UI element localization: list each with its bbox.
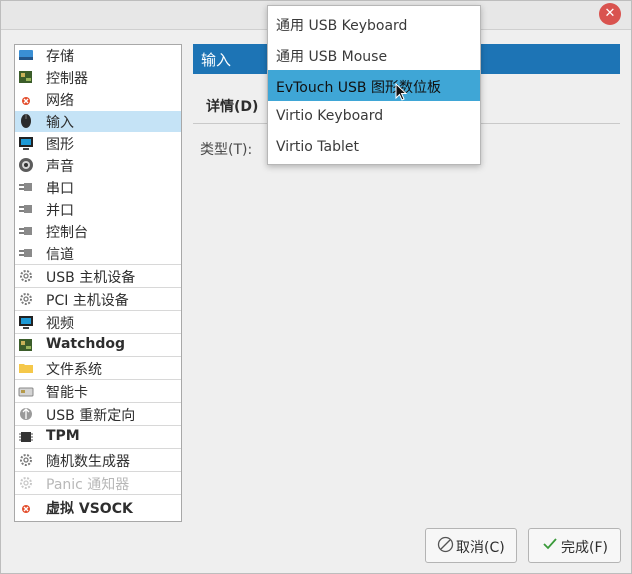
page-title: 输入 (201, 51, 232, 69)
sidebar-item-watchdog[interactable]: Watchdog (15, 335, 181, 357)
sidebar-item-usb-host[interactable]: USB 主机设备 (15, 266, 181, 288)
sidebar-item-label: 虚拟 VSOCK (46, 501, 133, 517)
network-error-icon (22, 505, 30, 513)
sidebar-item-sound[interactable]: 声音 (15, 155, 181, 176)
sidebar-item-label: 文件系统 (46, 362, 102, 378)
sidebar-item-panic-notifier: Panic 通知器 (15, 473, 181, 495)
sidebar-item-video[interactable]: 视频 (15, 312, 181, 334)
sidebar-item-label: 信道 (46, 247, 74, 263)
gear-icon (20, 293, 32, 305)
channel-plug-icon (19, 249, 32, 257)
sidebar-item-label: TPM (46, 428, 80, 444)
controller-card-icon (19, 71, 32, 83)
sidebar-item-parallel[interactable]: 并口 (15, 199, 181, 220)
sidebar-item-label: Watchdog (46, 336, 126, 352)
cancel-icon (437, 536, 454, 553)
network-error-icon (22, 97, 30, 105)
hardware-type-list[interactable]: 存储 控制器 网络 输入 图形 声音 串口 并口 控制台 信道 USB 主机设备… (14, 44, 182, 522)
checkmark-icon (543, 538, 557, 550)
sidebar-item-serial[interactable]: 串口 (15, 177, 181, 198)
sidebar-item-network[interactable]: 网络 (15, 89, 181, 110)
dropdown-option-label: Virtio Keyboard (276, 108, 384, 124)
sidebar-item-channel[interactable]: 信道 (15, 243, 181, 265)
dropdown-option-label: 通用 USB Keyboard (276, 18, 408, 34)
tab-details[interactable]: 详情(D) (206, 96, 258, 116)
type-label: 类型(T): (200, 142, 253, 158)
serial-plug-icon (19, 183, 32, 191)
sidebar-item-label: 智能卡 (46, 385, 88, 401)
sidebar-item-label: 网络 (46, 93, 74, 109)
storage-icon (19, 50, 33, 60)
sidebar-item-label: 声音 (46, 159, 74, 175)
add-hardware-dialog: ✕ 存储 控制器 网络 输入 图形 声音 串口 并口 控制台 信道 USB 主机… (0, 0, 632, 574)
sidebar-item-tpm[interactable]: TPM (15, 427, 181, 449)
sidebar-item-input[interactable]: 输入 (15, 111, 181, 132)
sidebar-item-label: 输入 (46, 115, 74, 131)
dropdown-option-label: EvTouch USB 图形数位板 (276, 80, 441, 96)
sidebar-item-label: USB 主机设备 (46, 270, 136, 286)
chip-icon (19, 432, 33, 442)
sidebar-item-smartcard[interactable]: 智能卡 (15, 381, 181, 403)
mouse-cursor-icon (395, 83, 408, 101)
parallel-plug-icon (19, 205, 32, 213)
monitor-icon (19, 316, 33, 329)
console-plug-icon (19, 227, 32, 235)
sidebar-item-label: 串口 (46, 181, 74, 197)
input-type-dropdown[interactable]: 通用 USB Keyboard 通用 USB Mouse EvTouch USB… (267, 5, 481, 165)
sidebar-item-label: Panic 通知器 (46, 477, 130, 493)
sidebar-item-label: 控制器 (46, 71, 88, 87)
speaker-icon (19, 158, 33, 172)
usb-redirect-icon (20, 408, 32, 420)
watchdog-card-icon (19, 339, 32, 351)
sidebar-item-rng[interactable]: 随机数生成器 (15, 450, 181, 472)
folder-icon (19, 364, 33, 373)
sidebar-item-label: 并口 (46, 203, 74, 219)
cancel-button-label: 取消(C) (456, 540, 505, 556)
sidebar-item-vsock[interactable]: 虚拟 VSOCK (15, 497, 181, 518)
dropdown-option-label: Virtio Tablet (276, 139, 360, 155)
close-icon[interactable]: ✕ (599, 3, 621, 25)
dropdown-option-virtio-keyboard[interactable]: Virtio Keyboard (268, 101, 480, 132)
cancel-button[interactable]: 取消(C) (425, 528, 517, 563)
mouse-icon (21, 114, 31, 128)
monitor-icon (19, 137, 33, 150)
dropdown-option-usb-keyboard[interactable]: 通用 USB Keyboard (268, 8, 480, 39)
dropdown-option-usb-mouse[interactable]: 通用 USB Mouse (268, 39, 480, 70)
sidebar-item-label: USB 重新定向 (46, 408, 136, 424)
gear-icon (20, 270, 32, 282)
dropdown-option-virtio-tablet[interactable]: Virtio Tablet (268, 132, 480, 163)
gear-icon (20, 454, 32, 466)
sidebar-item-graphics[interactable]: 图形 (15, 133, 181, 154)
dropdown-option-evtouch-tablet[interactable]: EvTouch USB 图形数位板 (268, 70, 480, 101)
sidebar-item-label: PCI 主机设备 (46, 293, 129, 309)
finish-button-label: 完成(F) (561, 540, 608, 556)
gear-icon (20, 477, 32, 489)
sidebar-item-label: 存储 (46, 49, 74, 65)
sidebar-item-label: 图形 (46, 137, 74, 153)
smartcard-icon (18, 387, 34, 397)
sidebar-item-console[interactable]: 控制台 (15, 221, 181, 242)
sidebar-item-controller[interactable]: 控制器 (15, 67, 181, 88)
sidebar-item-usb-redirect[interactable]: USB 重新定向 (15, 404, 181, 426)
sidebar-item-label: 视频 (46, 316, 74, 332)
finish-button[interactable]: 完成(F) (528, 528, 621, 563)
sidebar-item-storage[interactable]: 存储 (15, 45, 181, 66)
sidebar-item-pci-host[interactable]: PCI 主机设备 (15, 289, 181, 311)
sidebar-item-label: 随机数生成器 (46, 454, 130, 470)
dropdown-option-label: 通用 USB Mouse (276, 49, 388, 65)
sidebar-item-filesystem[interactable]: 文件系统 (15, 358, 181, 380)
sidebar-item-label: 控制台 (46, 225, 88, 241)
